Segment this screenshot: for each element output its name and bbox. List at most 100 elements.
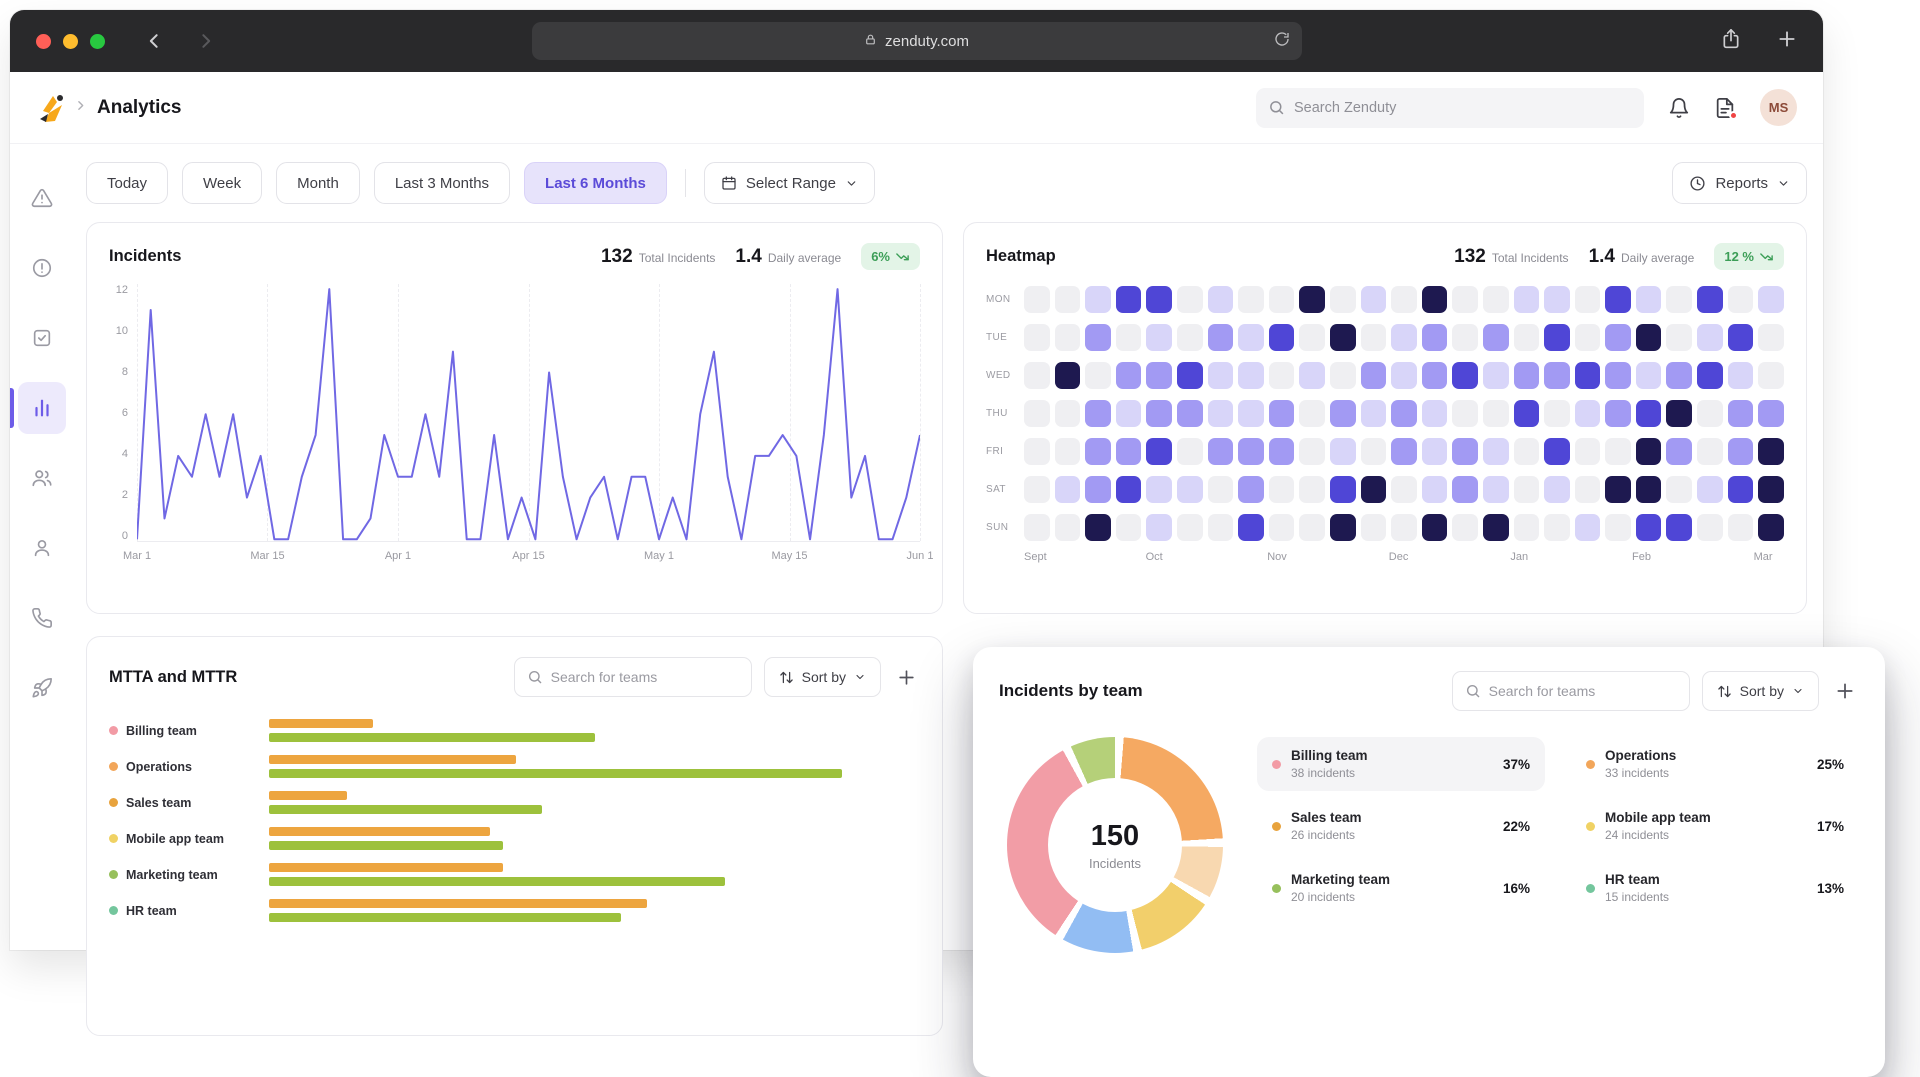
heatmap-cell[interactable] — [1207, 324, 1234, 351]
heatmap-cell[interactable] — [1605, 324, 1631, 351]
heatmap-cell[interactable] — [1666, 400, 1693, 427]
heatmap-cell[interactable] — [1758, 476, 1784, 503]
refresh-icon[interactable] — [1274, 31, 1290, 51]
heatmap-cell[interactable] — [1421, 400, 1448, 427]
heatmap-cell[interactable] — [1727, 514, 1754, 541]
mttr-bar[interactable] — [269, 805, 543, 814]
mtta-bar[interactable] — [269, 719, 374, 728]
heatmap-cell[interactable] — [1666, 514, 1693, 541]
heatmap-cell[interactable] — [1758, 286, 1784, 313]
heatmap-cell[interactable] — [1513, 476, 1540, 503]
heatmap-cell[interactable] — [1268, 400, 1295, 427]
heatmap-cell[interactable] — [1574, 476, 1601, 503]
heatmap-cell[interactable] — [1727, 324, 1754, 351]
heatmap-cell[interactable] — [1146, 514, 1172, 541]
legend-item[interactable]: HR team 15 incidents 13% — [1571, 861, 1859, 915]
heatmap-cell[interactable] — [1115, 286, 1142, 313]
heatmap-cell[interactable] — [1146, 324, 1172, 351]
heatmap-cell[interactable] — [1482, 514, 1509, 541]
heatmap-cell[interactable] — [1421, 514, 1448, 541]
heatmap-cell[interactable] — [1054, 400, 1081, 427]
heatmap-cell[interactable] — [1574, 286, 1601, 313]
heatmap-cell[interactable] — [1329, 286, 1356, 313]
heatmap-cell[interactable] — [1268, 514, 1295, 541]
heatmap-cell[interactable] — [1544, 362, 1570, 389]
heatmap-cell[interactable] — [1329, 514, 1356, 541]
heatmap-cell[interactable] — [1758, 400, 1784, 427]
sidebar-item-integrations[interactable] — [18, 662, 66, 714]
heatmap-cell[interactable] — [1299, 286, 1325, 313]
heatmap-cell[interactable] — [1299, 362, 1325, 389]
heatmap-cell[interactable] — [1299, 476, 1325, 503]
heatmap-cell[interactable] — [1666, 324, 1693, 351]
mtta-bar[interactable] — [269, 827, 491, 836]
heatmap-cell[interactable] — [1452, 438, 1478, 465]
heatmap-cell[interactable] — [1452, 362, 1478, 389]
heatmap-cell[interactable] — [1054, 438, 1081, 465]
heatmap-cell[interactable] — [1513, 400, 1540, 427]
heatmap-cell[interactable] — [1329, 476, 1356, 503]
heatmap-cell[interactable] — [1360, 324, 1387, 351]
heatmap-cell[interactable] — [1513, 324, 1540, 351]
heatmap-cell[interactable] — [1268, 286, 1295, 313]
global-search[interactable] — [1256, 87, 1644, 128]
mtta-bar[interactable] — [269, 755, 517, 764]
filter-week[interactable]: Week — [182, 162, 263, 204]
heatmap-cell[interactable] — [1238, 362, 1264, 389]
heatmap-cell[interactable] — [1635, 400, 1662, 427]
heatmap-cell[interactable] — [1299, 400, 1325, 427]
mtta-bar[interactable] — [269, 791, 348, 800]
heatmap-cell[interactable] — [1482, 362, 1509, 389]
filter-month[interactable]: Month — [276, 162, 360, 204]
heatmap-cell[interactable] — [1635, 286, 1662, 313]
heatmap-cell[interactable] — [1238, 324, 1264, 351]
heatmap-cell[interactable] — [1666, 438, 1693, 465]
heatmap-cell[interactable] — [1758, 514, 1784, 541]
heatmap-cell[interactable] — [1054, 324, 1081, 351]
minimize-window-button[interactable] — [63, 33, 78, 49]
heatmap-cell[interactable] — [1207, 362, 1234, 389]
heatmap-cell[interactable] — [1238, 400, 1264, 427]
sidebar-item-incidents[interactable] — [18, 242, 66, 294]
sidebar-item-analytics[interactable] — [10, 382, 66, 434]
heatmap-cell[interactable] — [1176, 400, 1203, 427]
heatmap-cell[interactable] — [1666, 362, 1693, 389]
heatmap-cell[interactable] — [1360, 362, 1387, 389]
teams-search-input[interactable] — [550, 669, 739, 685]
heatmap-cell[interactable] — [1176, 514, 1203, 541]
legend-item[interactable]: Mobile app team 24 incidents 17% — [1571, 799, 1859, 853]
heatmap-cell[interactable] — [1238, 514, 1264, 541]
heatmap-cell[interactable] — [1482, 400, 1509, 427]
heatmap-cell[interactable] — [1146, 286, 1172, 313]
heatmap-cell[interactable] — [1146, 438, 1172, 465]
heatmap-cell[interactable] — [1421, 286, 1448, 313]
heatmap-cell[interactable] — [1391, 514, 1417, 541]
sidebar-item-oncall[interactable] — [18, 592, 66, 644]
heatmap-cell[interactable] — [1544, 476, 1570, 503]
heatmap-cell[interactable] — [1391, 362, 1417, 389]
heatmap-cell[interactable] — [1727, 476, 1754, 503]
heatmap-cell[interactable] — [1115, 362, 1142, 389]
heatmap-cell[interactable] — [1115, 400, 1142, 427]
heatmap-cell[interactable] — [1024, 324, 1050, 351]
heatmap-cell[interactable] — [1054, 476, 1081, 503]
heatmap-cell[interactable] — [1360, 438, 1387, 465]
heatmap-cell[interactable] — [1207, 438, 1234, 465]
heatmap-cell[interactable] — [1421, 362, 1448, 389]
heatmap-cell[interactable] — [1146, 476, 1172, 503]
heatmap-cell[interactable] — [1115, 324, 1142, 351]
mttr-bar[interactable] — [269, 769, 842, 778]
heatmap-cell[interactable] — [1574, 438, 1601, 465]
heatmap-cell[interactable] — [1268, 438, 1295, 465]
heatmap-cell[interactable] — [1697, 324, 1723, 351]
heatmap-cell[interactable] — [1085, 400, 1111, 427]
heatmap-cell[interactable] — [1054, 514, 1081, 541]
add-chart-button[interactable] — [893, 664, 920, 691]
avatar[interactable]: MS — [1760, 89, 1797, 126]
heatmap-cell[interactable] — [1329, 400, 1356, 427]
heatmap-cell[interactable] — [1238, 476, 1264, 503]
heatmap-cell[interactable] — [1574, 324, 1601, 351]
mttr-bar[interactable] — [269, 913, 621, 922]
heatmap-cell[interactable] — [1574, 400, 1601, 427]
heatmap-cell[interactable] — [1421, 476, 1448, 503]
